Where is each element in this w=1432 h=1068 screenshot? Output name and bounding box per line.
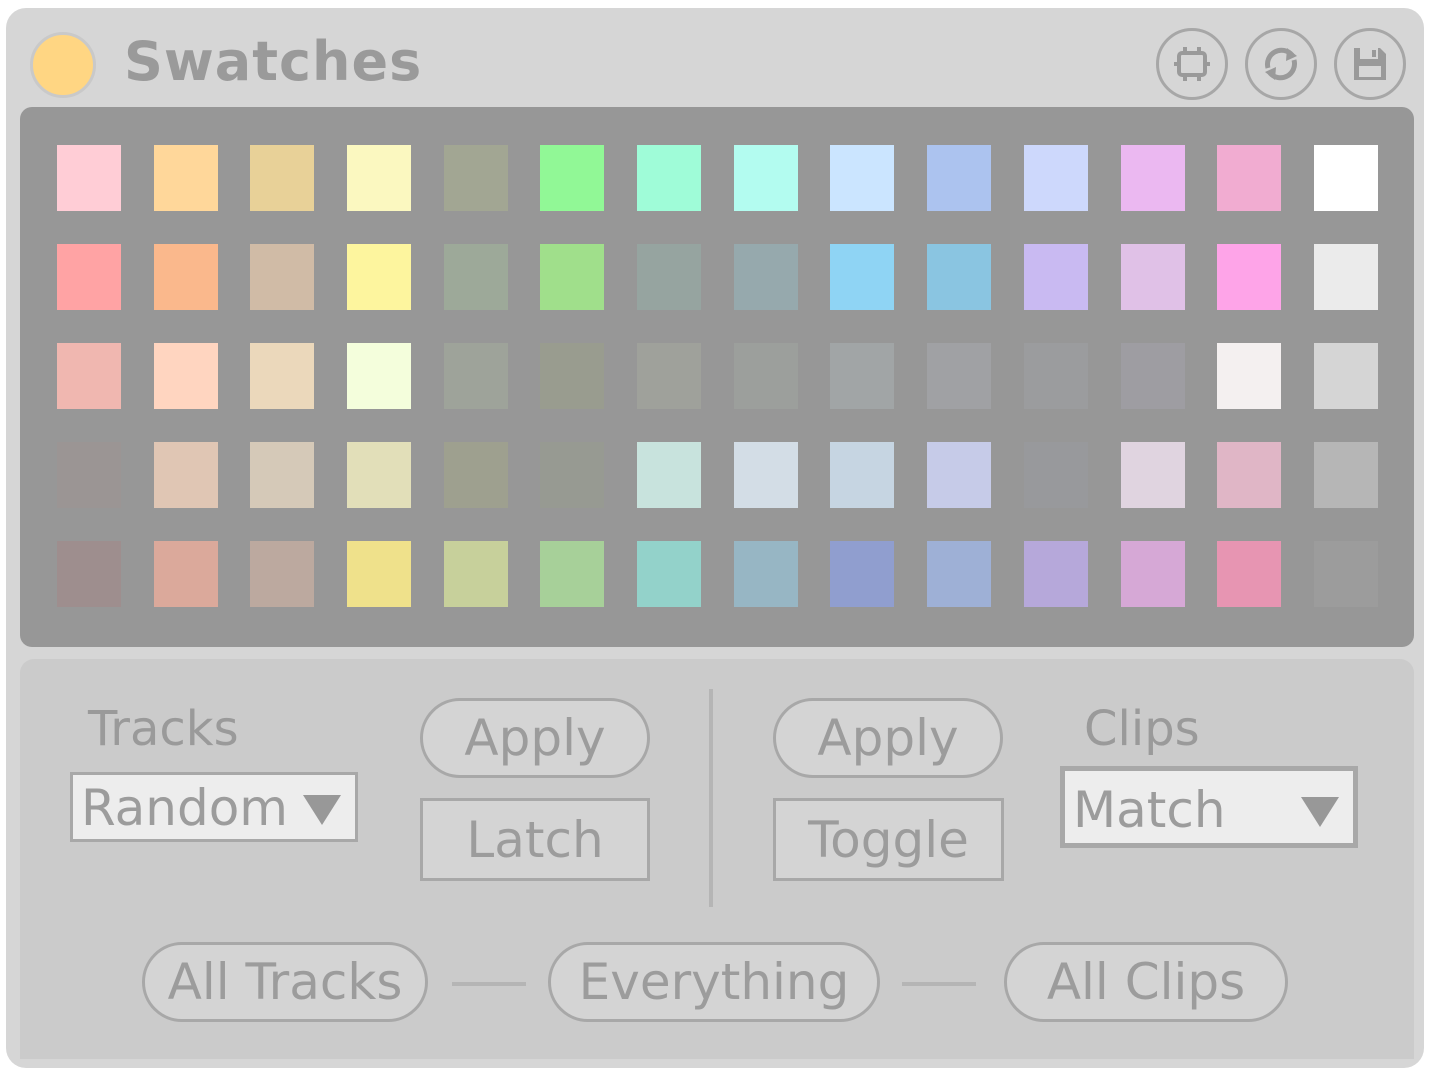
color-swatch[interactable]: [734, 343, 798, 409]
tracks-mode-value: Random: [81, 779, 289, 837]
color-swatch[interactable]: [1314, 343, 1378, 409]
device-title: Swatches: [124, 30, 423, 93]
all-clips-button[interactable]: All Clips: [1004, 942, 1288, 1022]
color-swatch[interactable]: [154, 343, 218, 409]
color-swatch[interactable]: [830, 442, 894, 508]
color-swatch[interactable]: [1217, 541, 1281, 607]
color-swatch[interactable]: [347, 145, 411, 211]
color-swatch[interactable]: [57, 343, 121, 409]
color-swatch[interactable]: [1314, 244, 1378, 310]
color-swatch[interactable]: [444, 442, 508, 508]
color-swatch[interactable]: [250, 442, 314, 508]
color-swatch[interactable]: [637, 343, 701, 409]
color-swatch[interactable]: [1121, 145, 1185, 211]
frame-button[interactable]: [1156, 28, 1228, 100]
power-toggle-button[interactable]: [30, 32, 96, 98]
clips-label: Clips: [1084, 701, 1200, 757]
color-swatch[interactable]: [540, 244, 604, 310]
color-swatch[interactable]: [444, 145, 508, 211]
color-swatch[interactable]: [1024, 145, 1088, 211]
color-swatch[interactable]: [927, 343, 991, 409]
color-swatch[interactable]: [154, 541, 218, 607]
color-swatch[interactable]: [57, 244, 121, 310]
color-swatch[interactable]: [637, 541, 701, 607]
connector-line: [902, 982, 976, 986]
color-swatch[interactable]: [1024, 343, 1088, 409]
color-swatch[interactable]: [734, 145, 798, 211]
color-swatch[interactable]: [444, 343, 508, 409]
swatch-grid: [20, 107, 1414, 647]
color-swatch[interactable]: [444, 541, 508, 607]
controls-panel: Tracks Random Apply Latch Apply Toggle C…: [20, 659, 1414, 1059]
color-swatch[interactable]: [347, 343, 411, 409]
refresh-icon: [1265, 47, 1297, 81]
everything-button[interactable]: Everything: [548, 942, 880, 1022]
color-swatch[interactable]: [1121, 442, 1185, 508]
color-swatch[interactable]: [1121, 541, 1185, 607]
color-swatch[interactable]: [830, 541, 894, 607]
color-swatch[interactable]: [540, 343, 604, 409]
color-swatch[interactable]: [154, 442, 218, 508]
all-tracks-button[interactable]: All Tracks: [142, 942, 428, 1022]
refresh-button[interactable]: [1245, 28, 1317, 100]
color-swatch[interactable]: [1314, 541, 1378, 607]
toggle-button[interactable]: Toggle: [773, 798, 1004, 881]
color-swatch[interactable]: [57, 541, 121, 607]
color-swatch[interactable]: [250, 145, 314, 211]
color-swatch[interactable]: [734, 541, 798, 607]
color-swatch[interactable]: [57, 442, 121, 508]
color-swatch[interactable]: [540, 442, 604, 508]
color-swatch[interactable]: [1217, 343, 1281, 409]
vertical-divider: [709, 689, 713, 907]
color-swatch[interactable]: [347, 244, 411, 310]
color-swatch[interactable]: [927, 442, 991, 508]
color-swatch[interactable]: [57, 145, 121, 211]
color-swatch[interactable]: [540, 145, 604, 211]
color-swatch[interactable]: [927, 145, 991, 211]
color-swatch[interactable]: [830, 244, 894, 310]
color-swatch[interactable]: [927, 541, 991, 607]
color-swatch[interactable]: [154, 145, 218, 211]
clips-mode-dropdown[interactable]: Match: [1060, 766, 1358, 848]
tracks-label: Tracks: [88, 701, 239, 757]
save-button[interactable]: [1334, 28, 1406, 100]
color-swatch[interactable]: [444, 244, 508, 310]
color-swatch[interactable]: [1217, 145, 1281, 211]
latch-button[interactable]: Latch: [420, 798, 650, 881]
color-swatch[interactable]: [830, 145, 894, 211]
save-icon: [1354, 48, 1386, 80]
chevron-down-icon: [303, 795, 341, 825]
color-swatch[interactable]: [1024, 244, 1088, 310]
color-swatch[interactable]: [830, 343, 894, 409]
color-swatch[interactable]: [734, 442, 798, 508]
color-swatch[interactable]: [250, 343, 314, 409]
frame-icon: [1174, 47, 1210, 81]
color-swatch[interactable]: [1024, 541, 1088, 607]
chevron-down-icon: [1301, 797, 1339, 827]
tracks-apply-button[interactable]: Apply: [420, 698, 650, 778]
color-swatch[interactable]: [154, 244, 218, 310]
color-swatch[interactable]: [250, 244, 314, 310]
color-swatch[interactable]: [1217, 244, 1281, 310]
color-swatch[interactable]: [1024, 442, 1088, 508]
color-swatch[interactable]: [1217, 442, 1281, 508]
tracks-mode-dropdown[interactable]: Random: [70, 772, 358, 842]
color-swatch[interactable]: [1121, 244, 1185, 310]
color-swatch[interactable]: [637, 244, 701, 310]
clips-mode-value: Match: [1073, 781, 1226, 839]
color-swatch[interactable]: [637, 145, 701, 211]
color-swatch[interactable]: [540, 541, 604, 607]
color-swatch[interactable]: [927, 244, 991, 310]
color-swatch[interactable]: [734, 244, 798, 310]
color-swatch[interactable]: [637, 442, 701, 508]
color-swatch[interactable]: [1314, 442, 1378, 508]
color-swatch[interactable]: [1314, 145, 1378, 211]
color-swatch[interactable]: [347, 442, 411, 508]
clips-apply-button[interactable]: Apply: [773, 698, 1003, 778]
color-swatch[interactable]: [347, 541, 411, 607]
connector-line: [452, 982, 526, 986]
color-swatch[interactable]: [250, 541, 314, 607]
color-swatch[interactable]: [1121, 343, 1185, 409]
